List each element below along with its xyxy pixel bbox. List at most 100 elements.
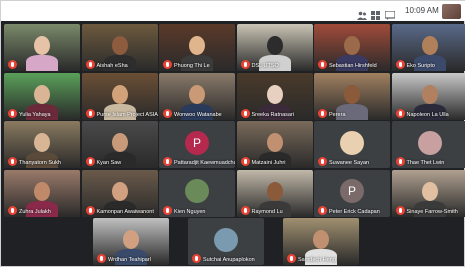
participant-tile[interactable]: Perera	[314, 72, 390, 120]
participant-tile[interactable]: Aishah eSha	[81, 24, 158, 71]
people-icon[interactable]	[357, 7, 367, 20]
participant-name: Wrdhan Teahiparl	[108, 257, 151, 263]
participant-tile[interactable]: Kyan Saw	[81, 121, 158, 168]
avatar-initial: P	[340, 179, 364, 203]
mic-muted-icon	[240, 108, 250, 118]
participant-tile[interactable]: Eko Suripto	[391, 24, 465, 71]
mic-muted-icon	[395, 108, 405, 118]
participant-name: Kien Nguyen	[174, 208, 206, 215]
participant-face	[266, 84, 283, 104]
mic-muted-icon	[85, 205, 95, 215]
participant-name: Zuhra Julakh	[19, 208, 51, 215]
mic-muted-icon	[163, 60, 172, 69]
participant-face	[266, 181, 283, 201]
participant-tile[interactable]: Yulia Yahaya	[4, 72, 80, 120]
participant-tile[interactable]: P Peter Erick Cadapan	[314, 169, 390, 217]
participant-tile[interactable]: Thae Thet Lwin	[391, 121, 465, 168]
participant-name: Phuong Thi Le	[174, 63, 210, 69]
participant-tile[interactable]: DSL UTSO	[236, 24, 313, 71]
participant-name: Sreeka Ratnasari	[251, 111, 295, 118]
participant-tile[interactable]: Sebastian Hirshfeld	[314, 24, 390, 71]
mic-muted-icon	[163, 205, 172, 215]
participant-tile[interactable]: Matzaini Juhri	[236, 121, 313, 168]
participant-tile[interactable]: Suwanee Sayan	[314, 121, 390, 168]
participant-tile[interactable]: Thanyatorn Sukh	[4, 121, 80, 168]
participant-face	[111, 84, 128, 104]
participant-face	[313, 230, 329, 249]
grid-layout-icon[interactable]	[371, 7, 381, 20]
avatar-photo	[214, 227, 238, 252]
mic-muted-icon	[240, 157, 250, 166]
mic-muted-icon	[240, 60, 250, 69]
participant-name: Eko Suripto	[406, 63, 435, 69]
participant-name: Kyan Saw	[96, 160, 122, 166]
participant-name: Sebastian Hirshfeld	[329, 63, 377, 69]
participant-name: Sinaye Farrow-Smith	[406, 208, 458, 215]
participant-tile[interactable]: Kamonpan Awaiwanont	[81, 169, 158, 217]
participant-name: Napoleon La Ulla	[406, 111, 449, 118]
clock: 10:09 AM	[405, 6, 439, 15]
mic-muted-icon	[8, 157, 17, 166]
participant-name: Yulia Yahaya	[19, 111, 51, 118]
participant-tile[interactable]: Kien Nguyen	[159, 169, 235, 217]
participant-tile[interactable]: Sutchai Anupaplokon	[188, 218, 264, 265]
participant-name: Perera	[329, 111, 346, 118]
participant-tile[interactable]: Phuong Thi Le	[159, 24, 235, 71]
participant-tile[interactable]: Purse Islam Project ASIA PK	[81, 72, 158, 120]
participant-face	[344, 36, 360, 55]
participant-face	[34, 84, 50, 104]
participant-figure	[26, 55, 58, 71]
participant-name: Thae Thet Lwin	[406, 160, 445, 166]
mic-muted-icon	[395, 205, 405, 215]
participant-face	[421, 181, 438, 201]
participant-tile[interactable]: Raymond Lu	[236, 169, 313, 217]
mic-muted-icon	[287, 254, 296, 263]
participant-tile[interactable]: Napoleon La Ulla	[391, 72, 465, 120]
participant-name: Samdech Heng	[298, 257, 336, 263]
self-view-thumbnail[interactable]	[442, 4, 461, 19]
participant-tile[interactable]: Sinaye Farrow-Smith	[391, 169, 465, 217]
mic-muted-icon	[8, 205, 17, 215]
participant-face	[34, 133, 50, 152]
participant-face	[266, 36, 283, 55]
mic-muted-icon	[85, 157, 95, 166]
participant-face	[421, 36, 438, 55]
mic-muted-icon	[318, 60, 327, 69]
status-bar: 10:09 AM	[1, 1, 465, 21]
participant-face	[189, 84, 205, 104]
participant-tile[interactable]: Wonwoo Watanabe	[159, 72, 235, 120]
mic-muted-icon	[8, 108, 17, 118]
chat-icon[interactable]	[384, 7, 396, 20]
participant-face	[34, 181, 50, 201]
participant-tile[interactable]	[4, 24, 80, 71]
mic-muted-icon	[318, 108, 327, 118]
mic-muted-icon	[192, 254, 201, 263]
participant-tile[interactable]: Sreeka Ratnasari	[236, 72, 313, 120]
participant-tile[interactable]: Zuhra Julakh	[4, 169, 80, 217]
participant-face	[34, 36, 50, 55]
participant-name: DSL UTSO	[251, 63, 279, 69]
participant-name: Suwanee Sayan	[329, 160, 370, 166]
mic-muted-icon	[163, 108, 172, 118]
participant-name: Purse Islam Project ASIA PK	[96, 111, 158, 118]
participant-face	[189, 36, 205, 55]
mic-muted-icon	[85, 108, 95, 118]
mic-muted-icon	[395, 60, 405, 69]
participant-name: Raymond Lu	[251, 208, 283, 215]
participant-face	[111, 36, 128, 55]
participant-tile[interactable]: Wrdhan Teahiparl	[93, 218, 169, 265]
participant-face	[123, 230, 139, 249]
mic-muted-icon	[97, 254, 106, 263]
participant-tile[interactable]: P Pattaradjit Kaewmuadchadsa...	[159, 121, 235, 168]
participant-name: Peter Erick Cadapan	[329, 208, 380, 215]
avatar-photo	[417, 130, 442, 155]
participant-name: Pattaradjit Kaewmuadchadsa...	[174, 160, 235, 166]
participant-name: Wonwoo Watanabe	[174, 111, 222, 118]
participant-name: Sutchai Anupaplokon	[203, 257, 255, 263]
participant-tile[interactable]: Samdech Heng	[283, 218, 359, 265]
avatar-photo	[185, 179, 209, 203]
mic-muted-icon	[240, 205, 250, 215]
avatar-photo	[340, 130, 364, 155]
participant-name: Aishah eSha	[96, 63, 128, 69]
participant-face	[111, 181, 128, 201]
